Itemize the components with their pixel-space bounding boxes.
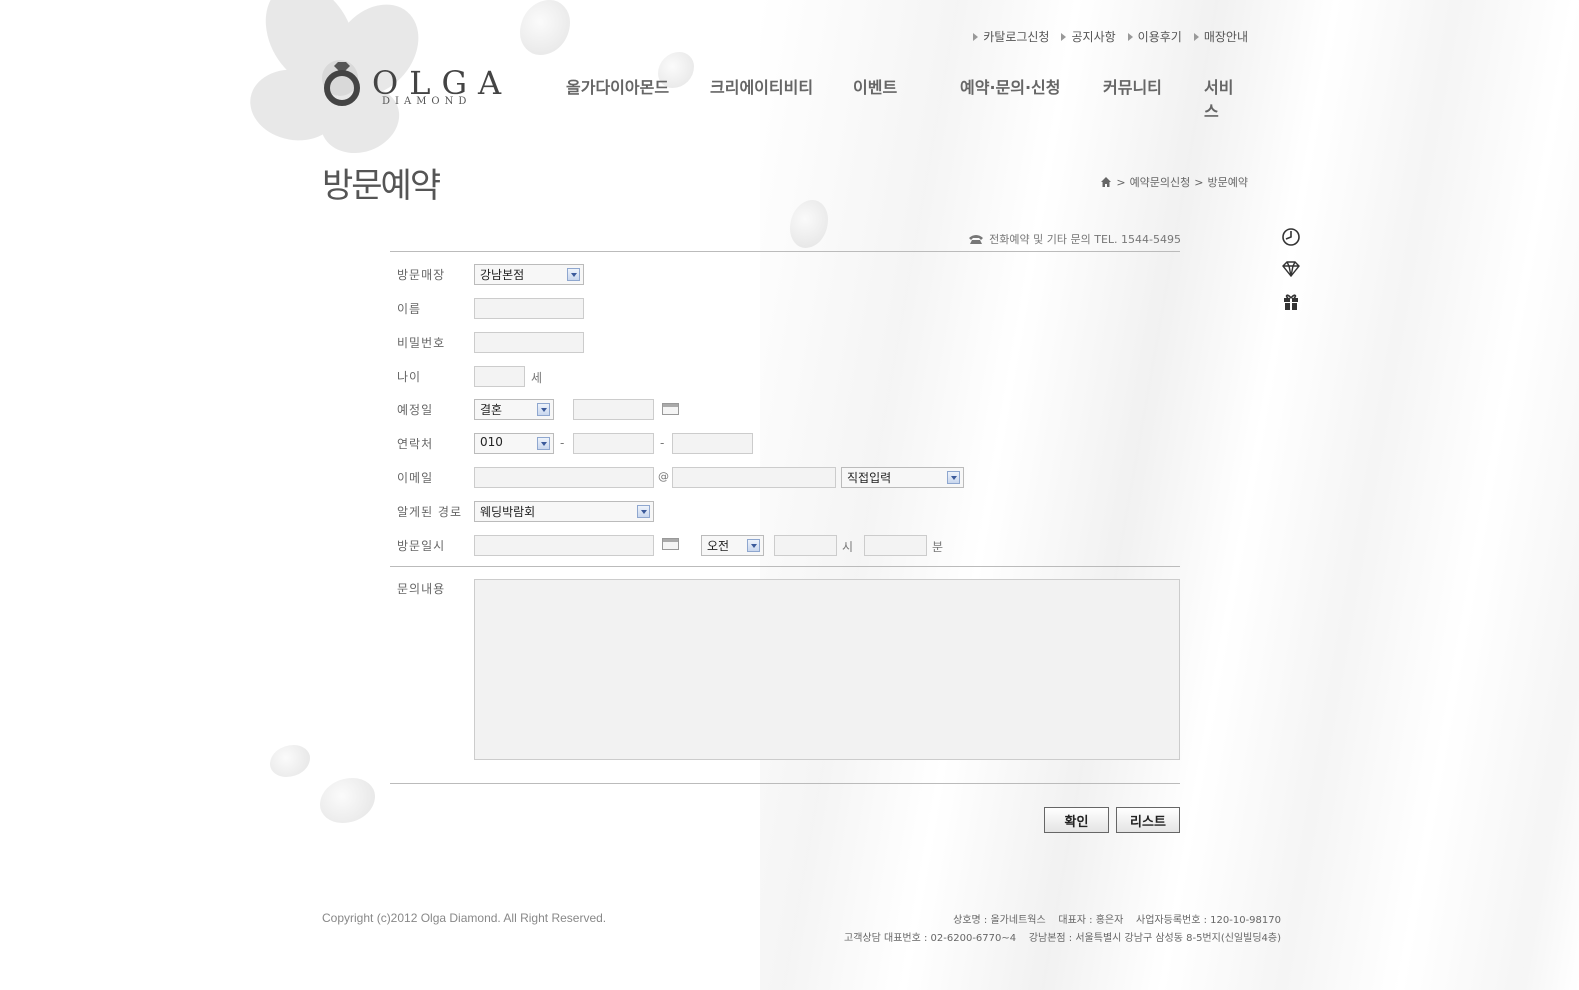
label-visit-time: 방문일시	[397, 539, 446, 553]
nav-creativity[interactable]: 크리에이티비티	[710, 74, 813, 98]
phone-prefix-select[interactable]: 010	[474, 433, 554, 454]
ampm-select[interactable]: 오전	[701, 535, 764, 556]
curtain-background	[760, 0, 1579, 990]
email-domain-select[interactable]: 직접입력	[841, 467, 964, 488]
triangle-icon	[1127, 32, 1133, 41]
divider	[390, 566, 1180, 567]
home-icon[interactable]	[1100, 176, 1112, 188]
tel-note: 전화예약 및 기타 문의 TEL. 1544-5495	[968, 231, 1181, 247]
chevron-right-icon: >	[1194, 175, 1204, 189]
top-link-catalog[interactable]: 카탈로그신청	[973, 28, 1049, 45]
inquiry-textarea[interactable]	[474, 579, 1180, 760]
diamond-icon[interactable]	[1281, 259, 1301, 279]
olga-diamond-logo[interactable]: OLGA DIAMOND	[322, 60, 501, 110]
password-input[interactable]	[474, 332, 584, 353]
petal-decoration	[520, 0, 570, 55]
age-unit: 세	[531, 371, 543, 385]
name-input[interactable]	[474, 298, 584, 319]
divider	[390, 251, 1180, 252]
calendar-icon[interactable]	[662, 403, 679, 415]
quick-menu	[1281, 227, 1301, 323]
chevron-down-icon	[537, 437, 550, 450]
triangle-icon	[973, 32, 979, 41]
minute-unit: 분	[932, 540, 944, 554]
breadcrumb-item[interactable]: 예약문의신청	[1130, 174, 1191, 190]
label-planned-date: 예정일	[397, 403, 434, 417]
email-id-input[interactable]	[474, 467, 654, 488]
age-input[interactable]	[474, 366, 525, 387]
label-age: 나이	[397, 370, 422, 384]
copyright: Copyright (c)2012 Olga Diamond. All Righ…	[322, 911, 607, 925]
business-info-line1: 상호명 : 올가네트웍스 대표자 : 홍은자 사업자등록번호 : 120-10-…	[953, 915, 1281, 926]
label-referral: 알게된 경로	[397, 505, 463, 519]
email-domain-input[interactable]	[672, 467, 836, 488]
phone-separator: -	[560, 436, 565, 450]
label-contact: 연락처	[397, 437, 434, 451]
store-select[interactable]: 강남본점	[474, 264, 584, 285]
nav-community[interactable]: 커뮤니티	[1103, 74, 1162, 98]
petal-decoration	[270, 745, 310, 777]
gift-icon[interactable]	[1281, 291, 1301, 311]
triangle-icon	[1193, 32, 1199, 41]
label-inquiry: 문의내용	[397, 582, 446, 596]
petal-decoration	[320, 778, 375, 823]
chevron-down-icon	[567, 268, 580, 281]
email-at: @	[658, 470, 669, 483]
breadcrumb: > 예약문의신청 > 방문예약	[1100, 174, 1248, 190]
calendar-icon[interactable]	[662, 538, 679, 550]
nav-reservation[interactable]: 예약·문의·신청	[960, 74, 1060, 98]
list-button[interactable]: 리스트	[1116, 807, 1180, 833]
label-password: 비밀번호	[397, 336, 446, 350]
hour-input[interactable]	[774, 535, 837, 556]
top-link-reviews[interactable]: 이용후기	[1127, 28, 1182, 45]
nav-olga-diamond[interactable]: 올가다이아몬드	[566, 74, 669, 98]
divider	[390, 783, 1180, 784]
minute-input[interactable]	[864, 535, 927, 556]
top-link-notice[interactable]: 공지사항	[1061, 28, 1116, 45]
nav-service[interactable]: 서비스	[1204, 74, 1246, 122]
top-utility-links: 카탈로그신청 공지사항 이용후기 매장안내	[973, 28, 1248, 45]
chevron-down-icon	[747, 539, 760, 552]
chevron-right-icon: >	[1116, 175, 1126, 189]
label-store: 방문매장	[397, 268, 446, 282]
chevron-down-icon	[637, 505, 650, 518]
phone-icon	[969, 234, 984, 244]
main-navigation: 올가다이아몬드 크리에이티비티 이벤트 예약·문의·신청 커뮤니티 서비스	[566, 74, 1246, 121]
triangle-icon	[1061, 32, 1067, 41]
business-info-line2: 고객상담 대표번호 : 02-6200-6770~4 강남본점 : 서울특별시 …	[844, 933, 1281, 944]
hour-unit: 시	[842, 540, 854, 554]
nav-event[interactable]: 이벤트	[853, 74, 897, 98]
page-title: 방문예약	[322, 166, 441, 206]
logo-ring-icon	[324, 62, 360, 106]
clock-icon[interactable]	[1281, 227, 1301, 247]
chevron-down-icon	[537, 403, 550, 416]
phone-separator: -	[660, 436, 665, 450]
label-email: 이메일	[397, 471, 434, 485]
planned-type-select[interactable]: 결혼	[474, 399, 554, 420]
referral-select[interactable]: 웨딩박람회	[474, 501, 654, 522]
phone-last-input[interactable]	[672, 433, 753, 454]
phone-middle-input[interactable]	[573, 433, 654, 454]
top-link-stores[interactable]: 매장안내	[1193, 28, 1248, 45]
confirm-button[interactable]: 확인	[1044, 807, 1109, 833]
breadcrumb-item[interactable]: 방문예약	[1208, 174, 1248, 190]
label-name: 이름	[397, 302, 422, 316]
planned-date-input[interactable]	[573, 399, 654, 420]
chevron-down-icon	[947, 471, 960, 484]
visit-date-input[interactable]	[474, 535, 654, 556]
